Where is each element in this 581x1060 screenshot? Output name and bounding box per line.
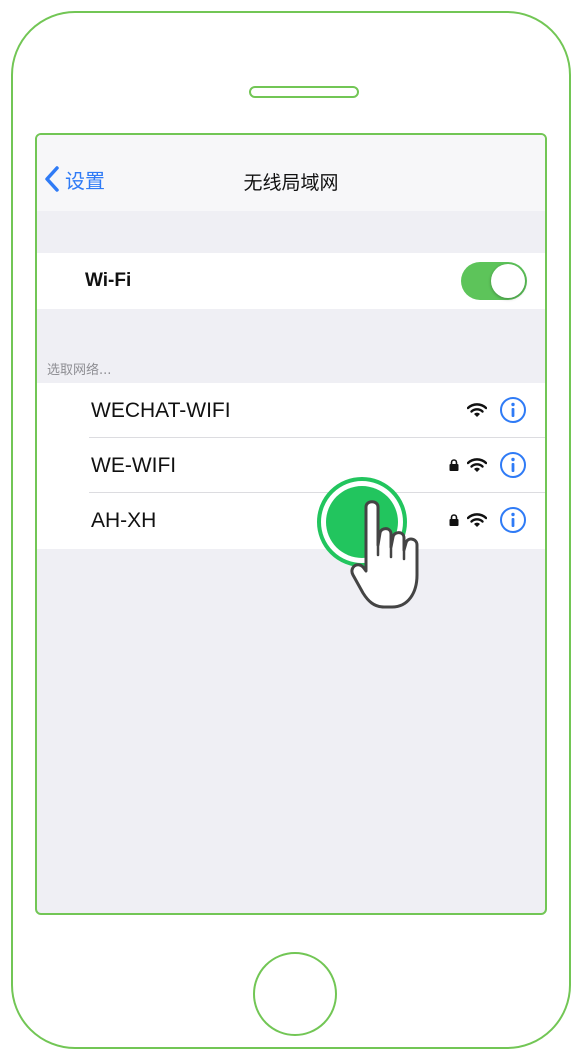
network-name: AH-XH	[91, 509, 157, 532]
wifi-toggle-switch[interactable]	[461, 262, 527, 300]
lock-icon	[449, 514, 459, 526]
wifi-label: Wi-Fi	[85, 270, 132, 291]
network-status-icons	[449, 505, 527, 535]
network-name: WECHAT-WIFI	[91, 399, 231, 422]
phone-screen: 设置 无线局域网 Wi-Fi 选取网络... WECHAT-WIFI WE-WI…	[35, 133, 547, 915]
info-icon[interactable]	[499, 396, 527, 424]
network-name: WE-WIFI	[91, 454, 177, 477]
wifi-toggle-row: Wi-Fi	[37, 253, 545, 309]
network-row-wechat-wifi[interactable]: WECHAT-WIFI	[37, 383, 545, 438]
choose-network-header: 选取网络...	[47, 363, 112, 378]
network-status-icons	[467, 395, 527, 425]
page-title: 无线局域网	[243, 172, 339, 194]
wifi-signal-icon	[467, 457, 487, 472]
wifi-signal-icon	[467, 512, 487, 527]
info-icon[interactable]	[499, 451, 527, 479]
network-status-icons	[449, 450, 527, 480]
network-row-ah-xh[interactable]: AH-XH	[37, 493, 545, 548]
toggle-knob	[491, 264, 525, 298]
network-list: WECHAT-WIFI WE-WIFI AH-XH	[37, 383, 545, 549]
info-icon[interactable]	[499, 506, 527, 534]
lock-icon	[449, 459, 459, 471]
hand-pointer-icon	[350, 500, 419, 609]
phone-speaker	[249, 86, 359, 98]
wifi-signal-icon	[467, 402, 487, 417]
navigation-bar: 设置 无线局域网	[37, 135, 545, 211]
home-button[interactable]	[253, 952, 337, 1036]
network-row-we-wifi[interactable]: WE-WIFI	[37, 438, 545, 493]
